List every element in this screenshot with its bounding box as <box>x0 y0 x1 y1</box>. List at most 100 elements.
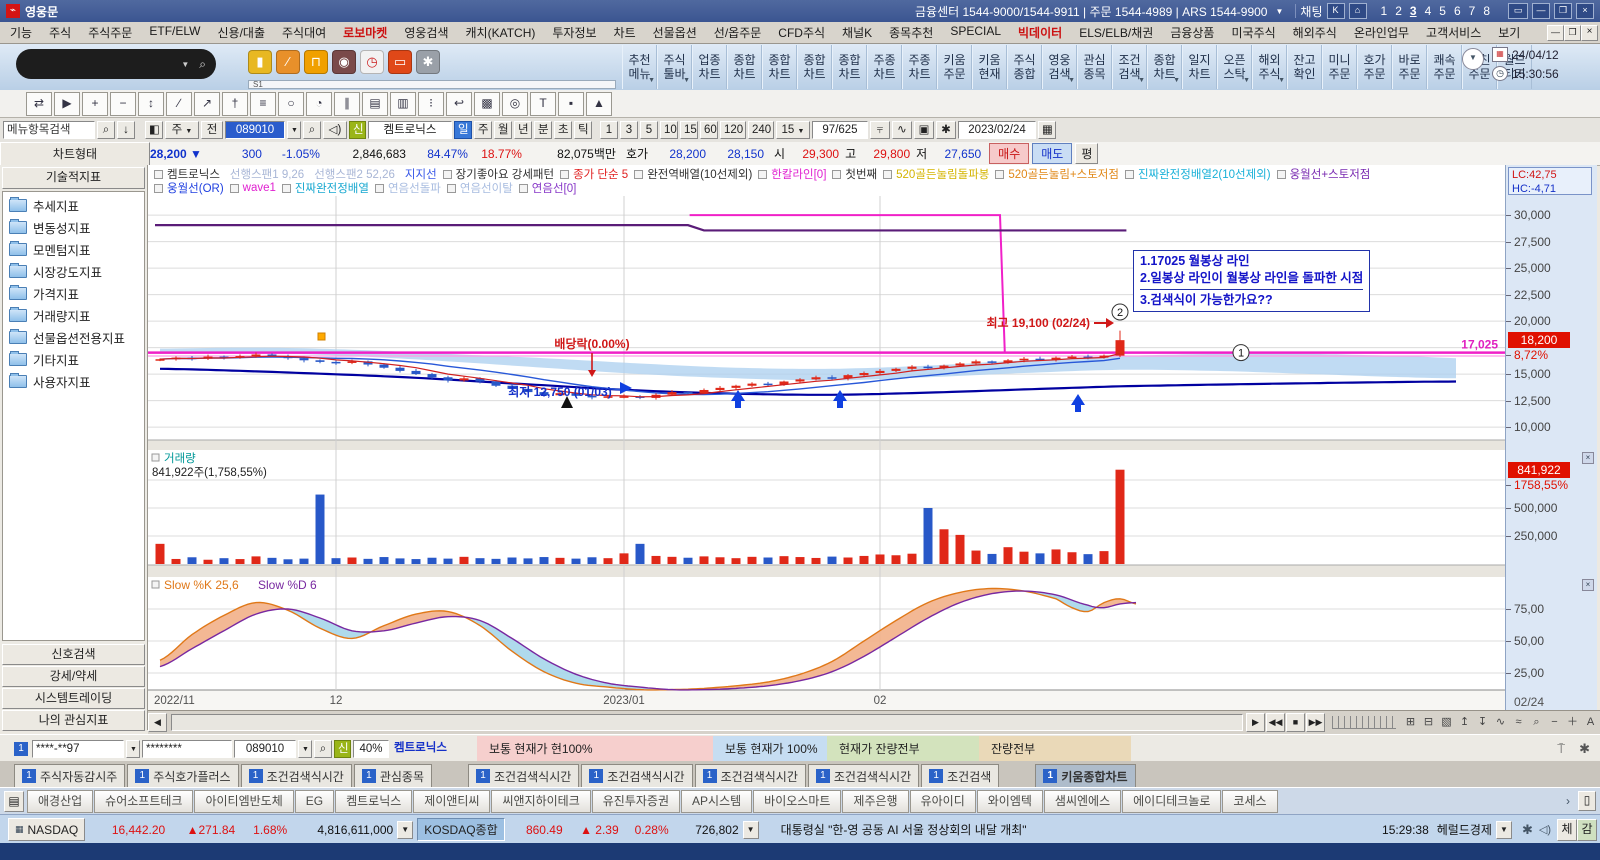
mini-tool-4[interactable]: ↧ <box>1474 714 1491 731</box>
mini-tool-5[interactable]: ∿ <box>1492 714 1509 731</box>
indicator-label[interactable]: 종가 단순 5 <box>573 167 628 182</box>
stock-tab-바이오스마트[interactable]: 바이오스마트 <box>753 790 841 813</box>
draw-tool-20[interactable]: ▲ <box>586 92 612 116</box>
minute-button-10[interactable]: 10 <box>660 121 678 139</box>
scroll-right-icon[interactable]: ▶ <box>1246 713 1265 732</box>
menu-item[interactable]: 영웅검색 <box>404 24 448 41</box>
indicator-label[interactable]: 첫번째 <box>845 167 877 182</box>
buy-button[interactable]: 매수 <box>989 143 1029 164</box>
workspace-tab-주식호가플러스[interactable]: 1주식호가플러스 <box>127 764 238 787</box>
sidebar-folder-변동성지표[interactable]: 변동성지표 <box>3 216 144 238</box>
draw-tool-19[interactable]: ▪ <box>558 92 584 116</box>
stock-tab-코세스[interactable]: 코세스 <box>1222 790 1277 813</box>
indicator-box-icon[interactable] <box>519 184 528 193</box>
toolbar-button-주종차트[interactable]: 주종차트 <box>867 45 902 89</box>
margin-field[interactable]: 40% <box>353 740 389 758</box>
chart-settings-icon[interactable]: ✱ <box>936 121 956 139</box>
sidebar-folder-기타지표[interactable]: 기타지표 <box>3 348 144 370</box>
candle-tool-icon[interactable]: ⫧ <box>870 121 890 139</box>
menu-item[interactable]: 캐치(KATCH) <box>466 24 536 41</box>
clipboard-icon[interactable]: ▤ <box>4 791 24 812</box>
indicator-box-icon[interactable] <box>230 184 239 193</box>
code-caret-icon[interactable]: ▼ <box>287 121 301 139</box>
order-section-0[interactable]: 보통 현재가 현100% <box>477 736 713 761</box>
toolbar-button-종합차트[interactable]: 종합차트 <box>727 45 762 89</box>
indicator-label[interactable]: 연음선이탈 <box>460 180 513 195</box>
mini-tool-3[interactable]: ↥ <box>1456 714 1473 731</box>
mini-tool-1[interactable]: ⊟ <box>1420 714 1437 731</box>
price-axis-column[interactable]: LC:42,75 HC:-4,71 × × 30,00027,50025,000… <box>1505 165 1597 710</box>
toolbar-button-잔고확인[interactable]: 잔고확인 <box>1287 45 1322 89</box>
screen-number-7[interactable]: 7 <box>1469 4 1476 18</box>
minute-button-60[interactable]: 60 <box>700 121 718 139</box>
account-combo[interactable]: ****-**97 <box>32 740 124 758</box>
stock-chart[interactable]: 거래량841,922주(1,758,55%)Slow %K 25,6Slow %… <box>148 165 1505 710</box>
indicator-box-icon[interactable] <box>1277 170 1286 179</box>
scroll-left-icon[interactable]: ◀ <box>148 713 167 732</box>
toolbar-button-관심종목[interactable]: 관심종목 <box>1077 45 1112 89</box>
stock-tab-슈어소프트테크[interactable]: 슈어소프트테크 <box>94 790 193 813</box>
stock-tab-와이엠텍[interactable]: 와이엠텍 <box>977 790 1043 813</box>
volume-panel-close-icon[interactable]: × <box>1582 452 1594 464</box>
stock-tab-제주은행[interactable]: 제주은행 <box>842 790 908 813</box>
toolbar-button-미니주문[interactable]: 미니주문 <box>1322 45 1357 89</box>
draw-tool-14[interactable]: ⁝ <box>418 92 444 116</box>
toolbar-button-업종차트[interactable]: 업종차트 <box>692 45 727 89</box>
scroll-start-icon[interactable]: ◀◀ <box>1266 713 1285 732</box>
stock-tab-씨앤지하이테크[interactable]: 씨앤지하이테크 <box>491 790 590 813</box>
menu-item[interactable]: 주식주문 <box>88 24 132 41</box>
indicator-label[interactable]: 연음선돌파 <box>388 180 441 195</box>
menu-item[interactable]: 종목추천 <box>889 24 933 41</box>
sidebar-folder-선물옵션전용지표[interactable]: 선물옵션전용지표 <box>3 326 144 348</box>
stock-tab-EG[interactable]: EG <box>295 790 334 813</box>
sidebar-folder-모멘텀지표[interactable]: 모멘텀지표 <box>3 238 144 260</box>
brush-icon[interactable]: ∕ <box>276 50 300 74</box>
lock-icon[interactable]: ⊓ <box>304 50 328 74</box>
toolbar-button-쾌속주문[interactable]: 쾌속주문 <box>1427 45 1462 89</box>
code-search-icon[interactable]: ⌕ <box>303 121 321 139</box>
menu-item[interactable]: 해외주식 <box>1293 24 1337 41</box>
news-ticker[interactable]: 대통령실 "한-영 공동 AI 서울 정상회의 내달 개최" <box>781 821 1027 838</box>
indicator-label[interactable]: 520골든눌림돌파봉 <box>896 167 989 182</box>
mini-tool-9[interactable]: ＋ <box>1564 714 1581 731</box>
sidebar-folder-추세지표[interactable]: 추세지표 <box>3 194 144 216</box>
menu-item[interactable]: 미국주식 <box>1231 24 1275 41</box>
menu-item[interactable]: 온라인업무 <box>1354 24 1409 41</box>
sidebar-button-신호검색[interactable]: 신호검색 <box>2 644 145 665</box>
toolbar-button-종합차트[interactable]: 종합차트 <box>832 45 867 89</box>
indicator-box-icon[interactable] <box>443 170 452 179</box>
menu-item[interactable]: CFD주식 <box>778 24 825 41</box>
toolbar-button-오픈스탁[interactable]: 오픈스탁▼ <box>1217 45 1252 89</box>
stock-tab-제이앤티씨[interactable]: 제이앤티씨 <box>413 790 490 813</box>
order-search-icon[interactable]: ⌕ <box>314 740 332 758</box>
count-combo[interactable]: 15 ▼ <box>776 121 810 139</box>
toolbar-button-일지차트[interactable]: 일지차트 <box>1182 45 1217 89</box>
indicator-box-icon[interactable] <box>634 170 643 179</box>
quick-search-combo[interactable]: ▼ ⌕ <box>16 49 216 79</box>
indicator-box-icon[interactable] <box>154 184 163 193</box>
line-tool-icon[interactable]: ∿ <box>892 121 912 139</box>
indicator-box-icon[interactable] <box>758 170 767 179</box>
order-section-2[interactable]: 현재가 잔량전부 <box>827 736 979 761</box>
draw-tool-13[interactable]: ▥ <box>390 92 416 116</box>
sidebar-folder-사용자지표[interactable]: 사용자지표 <box>3 370 144 392</box>
pin-icon[interactable]: ⍑ <box>1557 741 1565 757</box>
screen-number-8[interactable]: 8 <box>1483 4 1490 18</box>
order-code-field[interactable]: 089010 <box>234 740 296 758</box>
draw-tool-4[interactable]: ↕ <box>138 92 164 116</box>
indicator-label[interactable]: 한칼라인[0] <box>771 167 826 182</box>
indicator-label[interactable]: wave1 <box>243 182 276 194</box>
sell-button[interactable]: 매도 <box>1032 143 1072 164</box>
menu-minimize-icon[interactable]: — <box>1547 25 1564 41</box>
draw-tool-10[interactable]: ◔ <box>306 92 332 116</box>
menu-item[interactable]: 주식 <box>49 24 71 41</box>
sidebar-button-나의 관심지표[interactable]: 나의 관심지표 <box>2 710 145 731</box>
mini-tool-0[interactable]: ⊞ <box>1402 714 1419 731</box>
menu-item[interactable]: 로보마켓 <box>343 24 387 41</box>
annotation-box[interactable]: 1.17025 월봉상 라인 2.일봉상 라인이 월봉상 라인을 돌파한 시점 … <box>1133 250 1370 312</box>
toolbar-button-바로주문[interactable]: 바로주문 <box>1392 45 1427 89</box>
menu-item[interactable]: 선/옵주문 <box>714 24 762 41</box>
stock-tab-AP시스템[interactable]: AP시스템 <box>681 790 752 813</box>
indicator-box-icon[interactable] <box>883 170 892 179</box>
toolbar-button-종합차트[interactable]: 종합차트 <box>762 45 797 89</box>
